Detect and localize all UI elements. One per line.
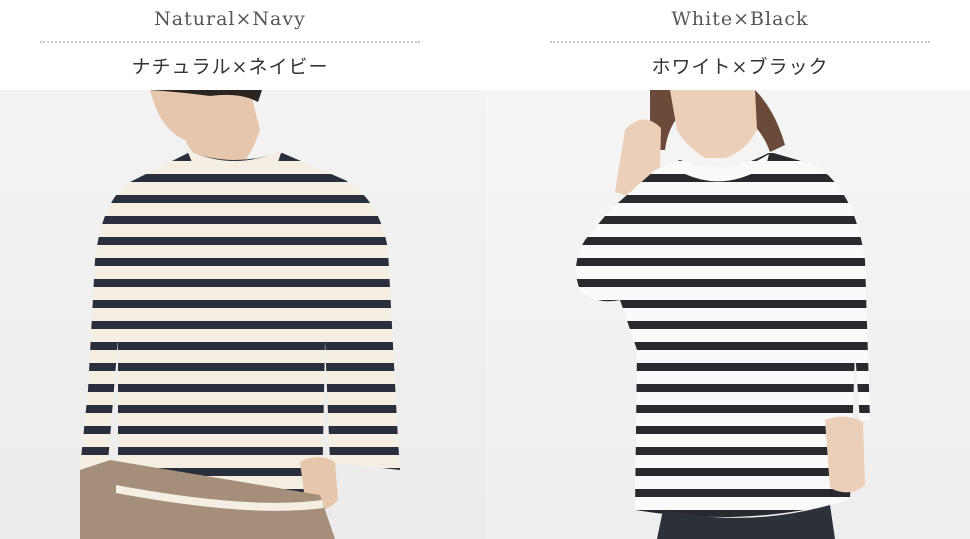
caption-left: Natural×Navy ナチュラル×ネイビー	[40, 0, 420, 90]
caption-header: Natural×Navy ナチュラル×ネイビー White×Black ホワイト…	[0, 0, 970, 90]
photo-row	[0, 90, 970, 539]
model-photo-man	[0, 90, 485, 539]
product-color-comparison: Natural×Navy ナチュラル×ネイビー White×Black ホワイト…	[0, 0, 970, 539]
model-photo-woman	[485, 90, 970, 539]
color-name-en-left: Natural×Navy	[154, 8, 306, 30]
dotted-divider-right	[550, 41, 930, 43]
dotted-divider-left	[40, 41, 420, 43]
color-name-en-right: White×Black	[671, 8, 809, 30]
color-name-ja-right: ホワイト×ブラック	[651, 56, 829, 78]
color-name-ja-left: ナチュラル×ネイビー	[131, 56, 329, 78]
caption-right: White×Black ホワイト×ブラック	[550, 0, 930, 90]
